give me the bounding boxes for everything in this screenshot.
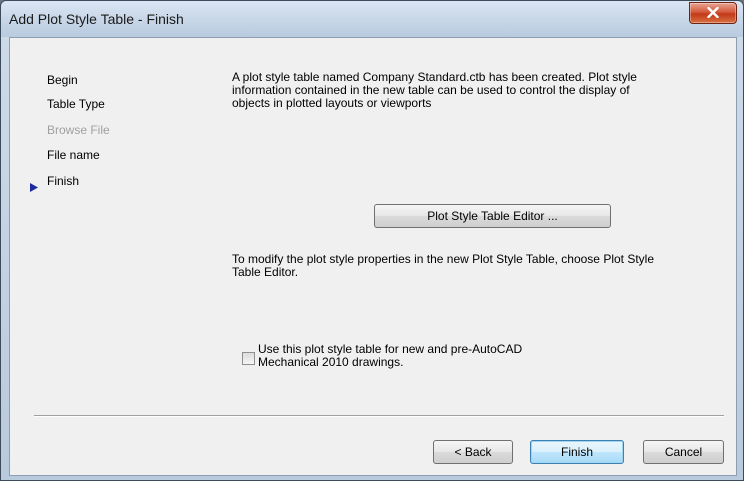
window-title: Add Plot Style Table - Finish	[9, 11, 184, 27]
footer-separator	[34, 415, 724, 417]
current-step-arrow-icon	[30, 183, 38, 192]
finish-button[interactable]: Finish	[530, 440, 624, 464]
step-file-name: File name	[47, 148, 100, 162]
title-bar[interactable]: Add Plot Style Table - Finish	[1, 1, 743, 37]
modify-instructions: To modify the plot style properties in t…	[232, 252, 655, 279]
plot-style-table-editor-button[interactable]: Plot Style Table Editor ...	[374, 204, 611, 228]
cancel-button[interactable]: Cancel	[643, 440, 724, 464]
close-icon	[707, 7, 719, 18]
step-table-type: Table Type	[47, 97, 105, 111]
step-begin: Begin	[47, 73, 78, 87]
dialog-content: Begin Table Type Browse File File name F…	[9, 37, 737, 476]
step-browse-file: Browse File	[47, 123, 110, 137]
finish-description: A plot style table named Company Standar…	[232, 70, 637, 110]
step-finish: Finish	[47, 174, 80, 188]
close-button[interactable]	[689, 2, 737, 24]
dialog-window: Add Plot Style Table - Finish Begin Tabl…	[0, 0, 744, 481]
use-table-checkbox-label[interactable]: Use this plot style table for new and pr…	[258, 343, 658, 369]
back-button[interactable]: < Back	[433, 440, 513, 464]
use-table-checkbox[interactable]	[242, 352, 255, 365]
